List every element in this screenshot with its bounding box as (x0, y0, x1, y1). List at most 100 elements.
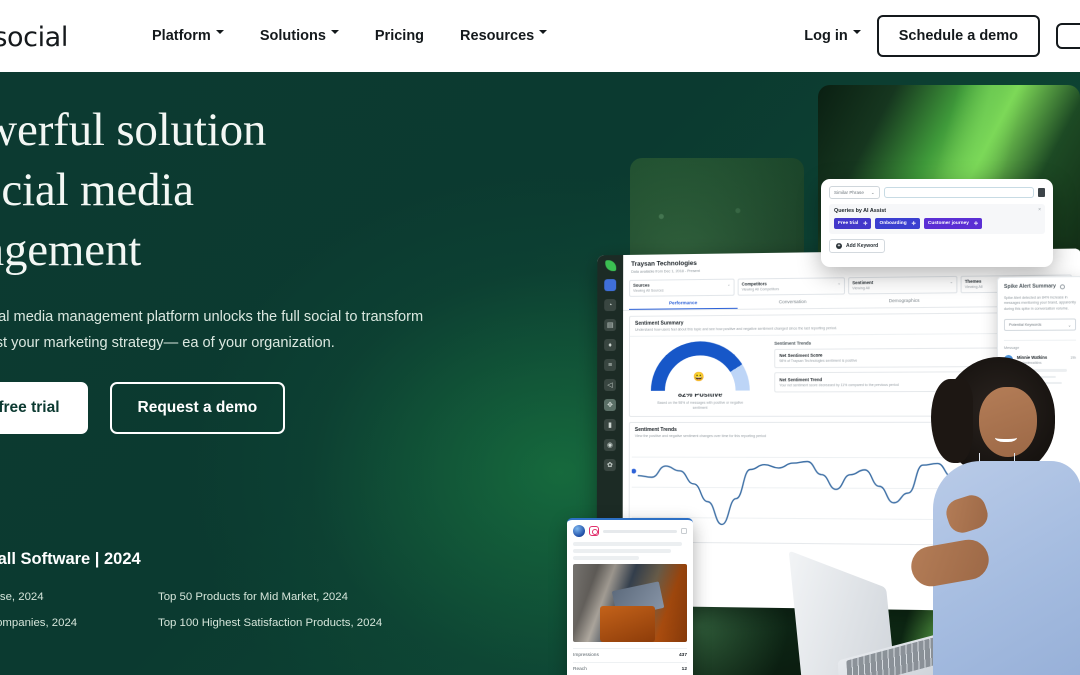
ai-assist-toolbar: Similar Phrase ⌄ (829, 186, 1045, 199)
home-icon[interactable] (604, 279, 617, 292)
stat-reach: Reach 12 (573, 662, 687, 675)
chip-free-trial-label: Free trial (838, 221, 859, 226)
chevron-down-icon (215, 30, 224, 38)
clock-icon[interactable]: ◔ (604, 299, 617, 312)
sentiment-gauge-group: 😀 82% Positive Based on the 98% of messa… (635, 340, 766, 411)
list-icon[interactable]: ≡ (604, 358, 617, 372)
schedule-demo-button[interactable]: Schedule a demo (876, 15, 1040, 57)
award-item: Enterprise, 2024 (0, 591, 44, 603)
filter-themes-value: Viewing All (964, 284, 983, 290)
chip-onboarding-label: Onboarding (879, 221, 907, 226)
smiley-icon: 😀 (693, 371, 705, 382)
hero-cta-row: r free trial Request a demo (0, 382, 430, 434)
chip-onboarding[interactable]: Onboarding ✛ (875, 218, 920, 229)
nav-item-pricing-label: Pricing (374, 28, 425, 44)
hero-section: ◔ ▤ ♦ ≡ ◁ ✥ ▮ ◉ ✿ Traysan Technologies D… (0, 72, 1080, 675)
eye-icon[interactable]: ◉ (603, 439, 616, 452)
award-item: Top 50 Products for Mid Market, 2024 (158, 591, 348, 603)
hero-copy: owerful solution social media nagement e… (0, 100, 430, 470)
chevron-down-icon (330, 30, 339, 38)
bar-chart-icon[interactable]: ▮ (603, 418, 616, 432)
instagram-icon (589, 526, 599, 536)
nav-item-platform[interactable]: Platform (152, 28, 224, 44)
tag-icon[interactable]: ♦ (604, 338, 617, 352)
post-image (573, 563, 687, 642)
phrase-type-select[interactable]: Similar Phrase ⌄ (829, 186, 880, 199)
tab-demographics[interactable]: Demographics (848, 297, 961, 307)
inbox-icon[interactable]: ▤ (604, 318, 617, 332)
site-header: utsocial Platform Solutions Pricing Reso… (0, 0, 1080, 72)
chip-customer-journey-label: Customer journey (927, 221, 969, 226)
hero-paragraph: e social media management platform unloc… (0, 309, 424, 351)
post-performance-card: Impressions 437 Reach 12 Engagements 83 (567, 518, 693, 675)
nav-item-resources[interactable]: Resources (460, 28, 548, 44)
plus-icon: ✛ (863, 220, 868, 227)
potential-keywords-select[interactable]: Potential Keywords ⌄ (1003, 318, 1077, 332)
chevron-down-icon (539, 30, 548, 38)
chevron-down-icon: ⌄ (1067, 323, 1072, 328)
brand-logo[interactable]: utsocial (0, 22, 68, 53)
chevron-down-icon: ⌄ (837, 280, 841, 286)
close-icon[interactable]: × (1038, 207, 1041, 213)
award-item: Top 100 Highest Satisfaction Products, 2… (158, 617, 383, 629)
spike-alert-title-row: Spike Alert Summary (1004, 283, 1076, 290)
brand-logo-regular: social (0, 22, 68, 53)
filter-competitors[interactable]: Competitors Viewing All Competitors ⌄ (737, 276, 846, 296)
plus-circle-icon: + (836, 243, 842, 249)
add-keyword-label: Add Keyword (846, 243, 879, 249)
chip-free-trial[interactable]: Free trial ✛ (834, 218, 872, 229)
awards-title: Overall Software | 2024 (0, 550, 141, 568)
hero-title-line-2: social media (0, 164, 194, 216)
spike-alert-body: Spike Alert detected an 84% increase in … (1003, 295, 1076, 311)
stat-reach-value: 12 (681, 667, 687, 673)
nav-item-solutions-label: Solutions (259, 28, 326, 44)
nav-item-solutions[interactable]: Solutions (260, 28, 339, 44)
filter-competitors-value: Viewing All Competitors (741, 287, 780, 292)
chevron-down-icon: ⌄ (949, 278, 954, 285)
send-icon[interactable]: ◁ (604, 378, 616, 392)
person-photo (905, 357, 1080, 675)
post-stats: Impressions 437 Reach 12 Engagements 83 (567, 646, 693, 675)
start-trial-button[interactable] (1056, 23, 1080, 49)
page-title: owerful solution social media nagement (0, 100, 430, 280)
login-menu[interactable]: Log in (804, 28, 861, 44)
spike-alert-title: Spike Alert Summary (1003, 283, 1056, 290)
hero-request-demo-button[interactable]: Request a demo (109, 382, 286, 434)
phrase-type-select-value: Similar Phrase (834, 190, 864, 195)
compass-icon[interactable]: ✥ (603, 398, 616, 411)
chevron-down-icon: ⌄ (727, 281, 731, 287)
filter-sentiment-label: Sentiment (852, 279, 874, 286)
nav-item-resources-label: Resources (460, 28, 535, 44)
open-post-icon[interactable] (681, 528, 687, 534)
nav-item-pricing[interactable]: Pricing (375, 28, 424, 44)
login-label: Log in (804, 28, 848, 44)
chip-customer-journey[interactable]: Customer journey ✛ (923, 218, 983, 229)
leaf-logo-icon (604, 260, 616, 272)
awards-list: Enterprise, 2024 Top 50 Products for Mid… (0, 591, 480, 629)
filter-sources[interactable]: Sources Viewing All Sources ⌄ (629, 278, 735, 297)
add-keyword-button[interactable]: + Add Keyword (829, 239, 886, 253)
stat-reach-label: Reach (573, 667, 587, 673)
info-icon (1059, 283, 1065, 289)
ai-queries-title: Queries by AI Assist (834, 208, 887, 214)
filter-competitors-label: Competitors (741, 281, 767, 287)
filter-sentiment[interactable]: Sentiment Viewing All ⌄ (848, 275, 958, 294)
main-nav: Platform Solutions Pricing Resources (152, 0, 548, 72)
hero-title-line-1: owerful solution (0, 104, 267, 156)
keyword-input[interactable] (883, 187, 1034, 198)
tab-performance[interactable]: Performance (629, 299, 738, 310)
tab-conversation[interactable]: Conversation (738, 298, 849, 308)
sentiment-gauge-note: Based on the 98% of messages with positi… (657, 400, 744, 410)
stat-impressions-label: Impressions (573, 652, 599, 658)
plus-icon: ✛ (911, 220, 916, 227)
post-card-header (567, 520, 693, 542)
hero-free-trial-button[interactable]: r free trial (0, 382, 88, 434)
awards-section: Overall Software | 2024 Enterprise, 2024… (0, 550, 480, 629)
trash-icon[interactable] (1038, 188, 1045, 197)
hero-fineprint: quired. (0, 456, 430, 470)
messages-label: Message (1003, 339, 1077, 351)
award-item: ware Companies, 2024 (0, 617, 78, 629)
filter-sentiment-value: Viewing All (852, 286, 870, 291)
settings-icon[interactable]: ✿ (603, 459, 616, 472)
header-actions: Log in Schedule a demo (804, 0, 1080, 72)
